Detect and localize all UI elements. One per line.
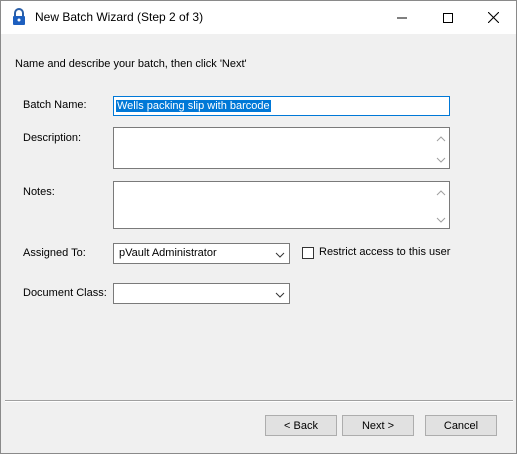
description-input[interactable]	[113, 127, 450, 169]
batch-name-value: Wells packing slip with barcode	[116, 100, 271, 112]
notes-input[interactable]	[113, 181, 450, 229]
cancel-button[interactable]: Cancel	[425, 415, 497, 436]
footer-separator	[5, 400, 513, 402]
back-button[interactable]: < Back	[265, 415, 337, 436]
restrict-access-label[interactable]: Restrict access to this user	[319, 246, 450, 258]
assigned-to-label: Assigned To:	[23, 247, 86, 259]
close-icon	[487, 12, 499, 23]
assigned-to-value: pVault Administrator	[119, 247, 217, 259]
minimize-button[interactable]	[379, 1, 425, 34]
wizard-window: New Batch Wizard (Step 2 of 3) Name and …	[0, 0, 517, 454]
title-bar[interactable]: New Batch Wizard (Step 2 of 3)	[1, 1, 516, 34]
close-button[interactable]	[470, 1, 516, 34]
chevron-down-icon	[275, 250, 285, 258]
maximize-button[interactable]	[425, 1, 471, 34]
minimize-icon	[397, 13, 407, 23]
scroll-down-icon[interactable]	[436, 155, 446, 163]
notes-label: Notes:	[23, 186, 55, 198]
restrict-access-checkbox[interactable]	[302, 247, 314, 259]
lock-icon	[11, 8, 27, 26]
scroll-up-icon[interactable]	[436, 134, 446, 142]
scroll-up-icon[interactable]	[436, 188, 446, 196]
scroll-down-icon[interactable]	[436, 215, 446, 223]
assigned-to-select[interactable]: pVault Administrator	[113, 243, 290, 264]
next-button[interactable]: Next >	[342, 415, 414, 436]
chevron-down-icon	[275, 290, 285, 298]
instruction-text: Name and describe your batch, then click…	[15, 58, 247, 70]
document-class-label: Document Class:	[23, 287, 107, 299]
batch-name-input[interactable]: Wells packing slip with barcode	[113, 96, 450, 116]
maximize-icon	[443, 12, 453, 23]
description-label: Description:	[23, 132, 82, 144]
window-title: New Batch Wizard (Step 2 of 3)	[35, 10, 204, 24]
document-class-select[interactable]	[113, 283, 290, 304]
batch-name-label: Batch Name:	[23, 99, 87, 111]
